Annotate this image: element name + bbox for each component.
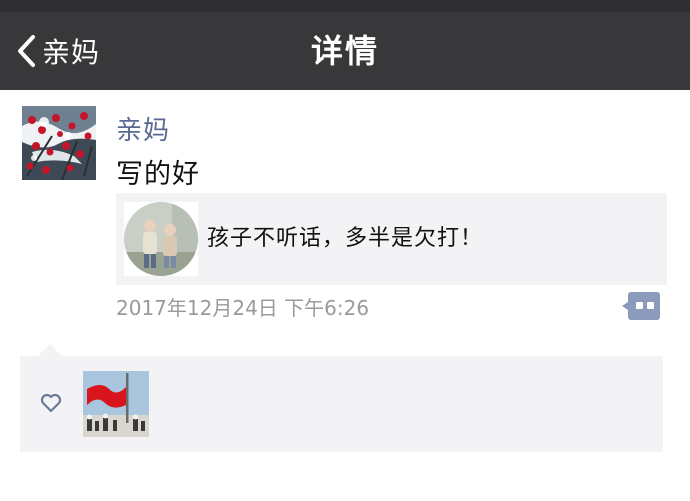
post-timestamp: 2017年12月24日 下午6:26 bbox=[116, 296, 370, 320]
chevron-left-icon bbox=[16, 34, 36, 68]
comment-dots-icon bbox=[622, 292, 660, 324]
status-bar bbox=[0, 0, 690, 12]
comment-button[interactable] bbox=[622, 292, 660, 320]
back-button[interactable]: 亲妈 bbox=[16, 12, 100, 90]
author-name[interactable]: 亲妈 bbox=[116, 110, 170, 147]
liker-avatar[interactable] bbox=[83, 371, 149, 437]
back-label: 亲妈 bbox=[42, 36, 101, 69]
nav-bar: 亲妈 详情 bbox=[0, 12, 690, 90]
likes-panel bbox=[20, 344, 663, 452]
post-text: 写的好 bbox=[116, 159, 200, 190]
shared-link-card[interactable]: 孩子不听话，多半是欠打！ bbox=[116, 193, 667, 285]
link-title: 孩子不听话，多半是欠打！ bbox=[207, 226, 484, 251]
author-avatar[interactable] bbox=[22, 106, 96, 180]
page-title: 详情 bbox=[310, 32, 379, 70]
heart-outline-icon bbox=[40, 393, 62, 413]
link-thumbnail bbox=[124, 202, 198, 276]
